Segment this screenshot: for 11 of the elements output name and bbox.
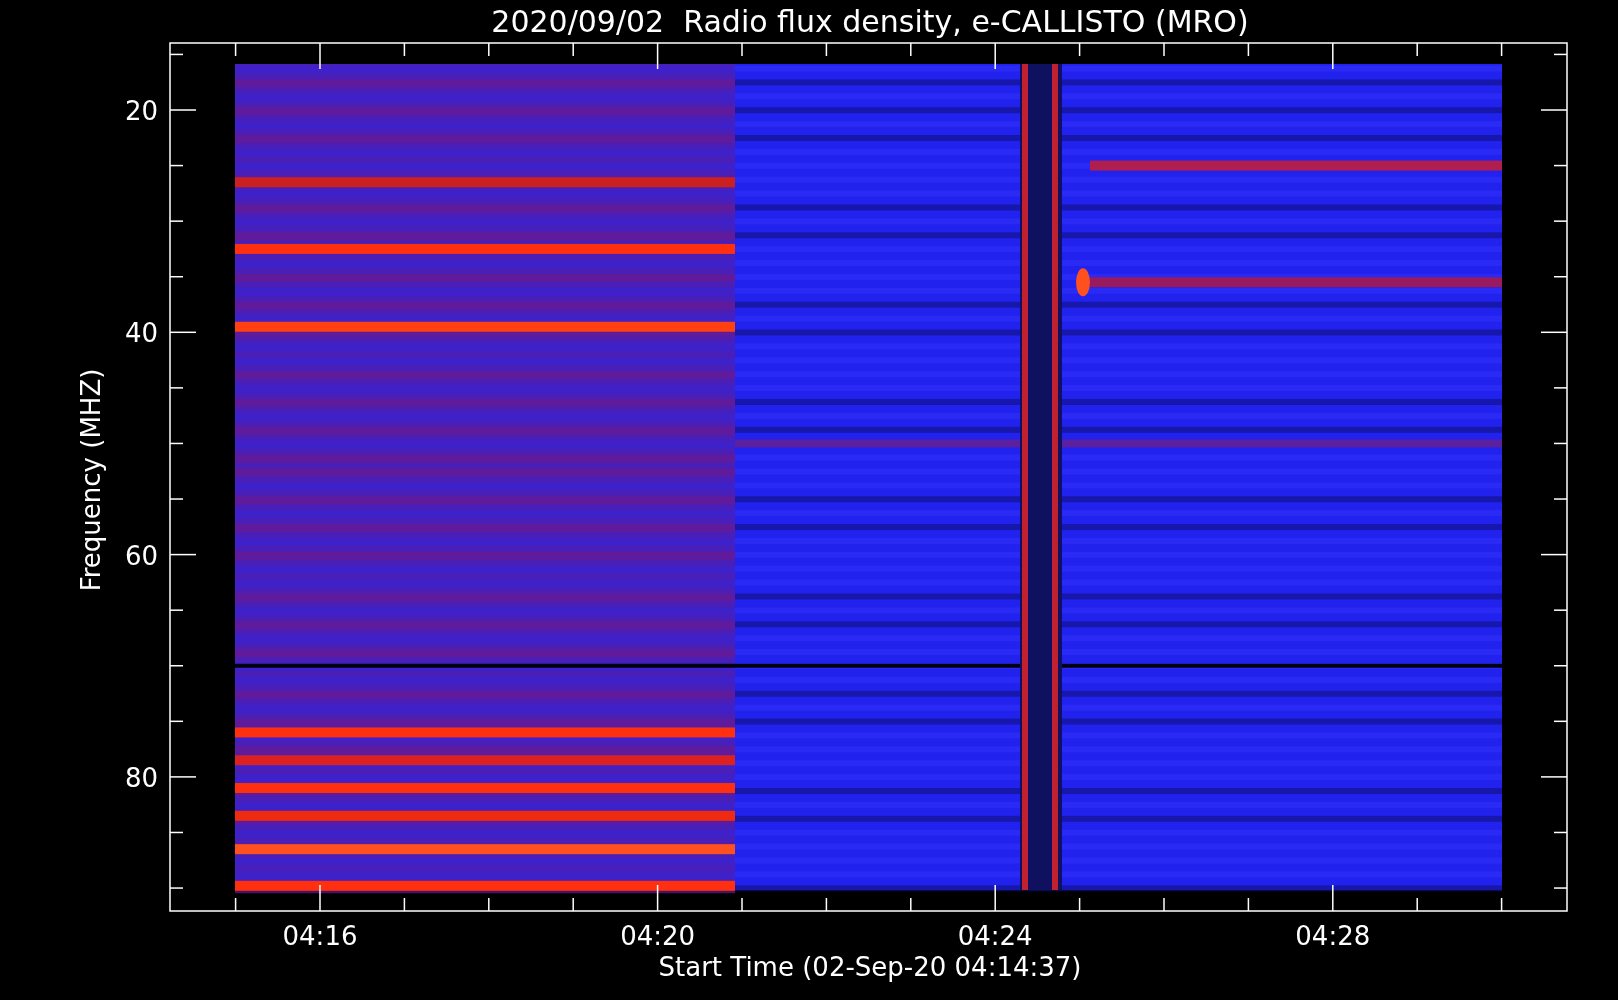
x-tick-label: 04:16	[282, 921, 358, 951]
x-axis-label: Start Time (02-Sep-20 04:14:37)	[658, 952, 1082, 982]
y-tick-label: 40	[124, 318, 158, 349]
y-axis-label: Frequency (MHZ)	[76, 368, 106, 592]
x-tick-label: 04:28	[1295, 921, 1371, 951]
chart-title: 2020/09/02 Radio flux density, e-CALLISTO (MRO)	[491, 4, 1249, 39]
y-tick-label: 60	[124, 540, 158, 571]
x-tick-label: 04:20	[620, 921, 696, 951]
y-tick-label: 20	[124, 96, 158, 126]
y-tick-label: 80	[124, 762, 158, 793]
x-tick-label: 04:24	[957, 921, 1033, 951]
